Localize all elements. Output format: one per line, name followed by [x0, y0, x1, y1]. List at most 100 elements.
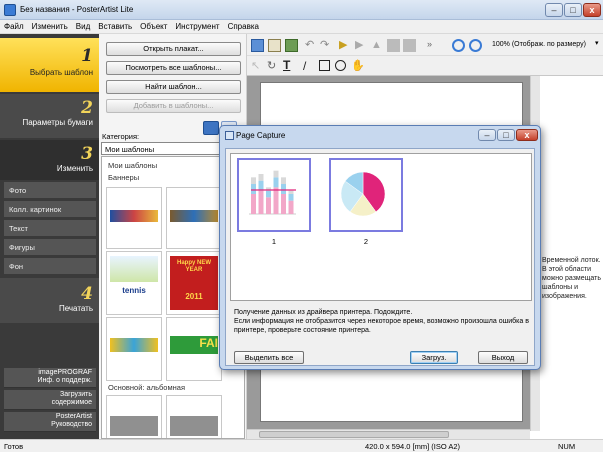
template-thumbnail[interactable] — [166, 395, 222, 438]
step-label: Печатать — [58, 304, 93, 313]
hand-tool-icon[interactable]: ✋ — [351, 59, 365, 72]
guide-button[interactable]: PosterArtist Руководство — [4, 412, 96, 432]
chevron-down-icon[interactable]: ▾ — [595, 39, 599, 47]
button-line: содержимое — [51, 399, 92, 406]
horizontal-scrollbar[interactable] — [247, 429, 530, 439]
edit-item-clipart[interactable]: Колл. картинок — [4, 201, 96, 218]
zoom-out-icon[interactable] — [469, 39, 482, 52]
chart-bar — [288, 190, 294, 194]
align-icon[interactable]: ▶ — [339, 39, 352, 52]
redo-icon[interactable]: ↷ — [320, 39, 333, 52]
page-number-label: 2 — [363, 237, 369, 246]
tennis-text: tennis — [122, 286, 146, 295]
template-thumbnail[interactable]: FAI — [166, 317, 222, 381]
zoom-select[interactable]: 100% (Отображ. по размеру) — [492, 39, 596, 52]
button-line: Руководство — [51, 421, 92, 428]
support-info-button[interactable]: imagePROGRAF Инф. о поддерж. — [4, 368, 96, 388]
view-all-templates-button[interactable]: Посмотреть все шаблоны... — [106, 61, 241, 75]
dialog-icon — [225, 131, 234, 140]
group-heading: Баннеры — [108, 173, 140, 182]
step-label: Выбрать шаблон — [29, 68, 93, 77]
template-thumbnail[interactable]: tennis — [106, 251, 162, 315]
category-label: Категория: — [102, 132, 140, 141]
menu-edit[interactable]: Изменить — [28, 20, 72, 31]
status-bar: Готов 420.0 x 594.0 [mm] (ISO A2) NUM — [0, 439, 603, 452]
exit-button[interactable]: Выход — [478, 351, 528, 364]
line-tool-icon[interactable]: / — [303, 59, 316, 73]
step-edit[interactable]: 3 Изменить — [0, 140, 99, 180]
fair-text: FAI — [199, 336, 218, 350]
zoom-in-icon[interactable] — [452, 39, 465, 52]
rectangle-tool-icon[interactable] — [319, 60, 330, 71]
step-paper-settings[interactable]: 2 Параметры бумаги — [0, 94, 99, 138]
menu-help[interactable]: Справка — [224, 20, 263, 31]
open-poster-button[interactable]: Открыть плакат... — [106, 42, 241, 56]
menu-view[interactable]: Вид — [72, 20, 94, 31]
minimize-button[interactable]: – — [545, 3, 563, 17]
add-to-templates-button[interactable]: Добавить в шаблоны... — [106, 99, 241, 113]
chart-bar — [273, 170, 279, 178]
banner-image — [110, 338, 158, 352]
grid-view-icon[interactable] — [203, 121, 219, 135]
step-number: 2 — [81, 98, 93, 118]
banner-image — [170, 210, 218, 222]
menu-object[interactable]: Объект — [136, 20, 171, 31]
temporary-tray[interactable]: Временной лоток. В этой области можно ра… — [540, 76, 603, 439]
album-image — [110, 416, 158, 436]
page-thumbnail-1[interactable] — [237, 158, 311, 232]
main-toolbar: ↶ ↷ ▶ ▶ ▲ » 100% (Отображ. по размеру) ▾ — [247, 34, 603, 56]
select-all-button[interactable]: Выделить все — [234, 351, 304, 364]
page-preview-list[interactable]: 1 2 — [230, 153, 532, 301]
rotate-icon[interactable]: ↻ — [267, 59, 280, 72]
dialog-maximize-button[interactable]: □ — [497, 129, 515, 141]
menu-insert[interactable]: Вставить — [94, 20, 136, 31]
edit-item-text[interactable]: Текст — [4, 220, 96, 237]
menu-file[interactable]: Файл — [0, 20, 28, 31]
menu-tools[interactable]: Инструмент — [171, 20, 223, 31]
banner-image — [110, 210, 158, 222]
step-print[interactable]: 4 Печатать — [0, 278, 99, 323]
dialog-minimize-button[interactable]: – — [478, 129, 496, 141]
template-thumbnail[interactable] — [166, 187, 222, 249]
page-thumbnail-2[interactable] — [329, 158, 403, 232]
group-heading: Мои шаблоны — [108, 161, 158, 170]
template-thumbnail[interactable] — [106, 317, 162, 381]
template-thumbnail[interactable] — [106, 187, 162, 249]
chart-bar — [281, 184, 286, 194]
template-thumbnail[interactable] — [106, 395, 162, 438]
scroll-thumb[interactable] — [259, 431, 449, 438]
document-icon[interactable] — [268, 39, 281, 52]
dialog-title: Page Capture — [236, 131, 286, 140]
text-tool-icon[interactable]: T — [283, 58, 296, 72]
ungroup-icon[interactable] — [403, 39, 416, 52]
year-text: 2011 — [185, 292, 203, 301]
select-arrow-icon[interactable]: ↖ — [251, 59, 264, 72]
close-button[interactable]: x — [583, 3, 601, 17]
load-button[interactable]: Загруз. — [410, 351, 458, 364]
edit-icon[interactable] — [251, 39, 264, 52]
group-icon[interactable] — [387, 39, 400, 52]
edit-item-background[interactable]: Фон — [4, 258, 96, 275]
edit-item-photo[interactable]: Фото — [4, 182, 96, 199]
more-icon[interactable]: » — [427, 39, 440, 52]
ellipse-tool-icon[interactable] — [335, 60, 346, 71]
chart-bar — [258, 190, 264, 214]
undo-icon[interactable]: ↶ — [305, 39, 318, 52]
step-select-template[interactable]: 1 Выбрать шаблон — [0, 38, 99, 92]
download-content-button[interactable]: Загрузить содержимое — [4, 390, 96, 410]
image-icon[interactable] — [285, 39, 298, 52]
bar-chart-preview — [249, 170, 296, 215]
chart-bar — [258, 174, 264, 181]
album-image — [170, 416, 218, 436]
dialog-close-button[interactable]: x — [516, 129, 538, 141]
group-heading: Основной: альбомная — [108, 383, 186, 392]
maximize-button[interactable]: □ — [564, 3, 582, 17]
template-thumbnail[interactable]: Happy NEW YEAR 2011 — [166, 251, 222, 315]
status-text: Готов — [4, 442, 24, 451]
pie-chart-preview — [340, 171, 386, 217]
chart-bar — [273, 187, 279, 214]
forward-icon[interactable]: ▶ — [355, 39, 368, 52]
find-template-button[interactable]: Найти шаблон... — [106, 80, 241, 94]
edit-item-shapes[interactable]: Фигуры — [4, 239, 96, 256]
layer-icon[interactable]: ▲ — [371, 39, 384, 52]
